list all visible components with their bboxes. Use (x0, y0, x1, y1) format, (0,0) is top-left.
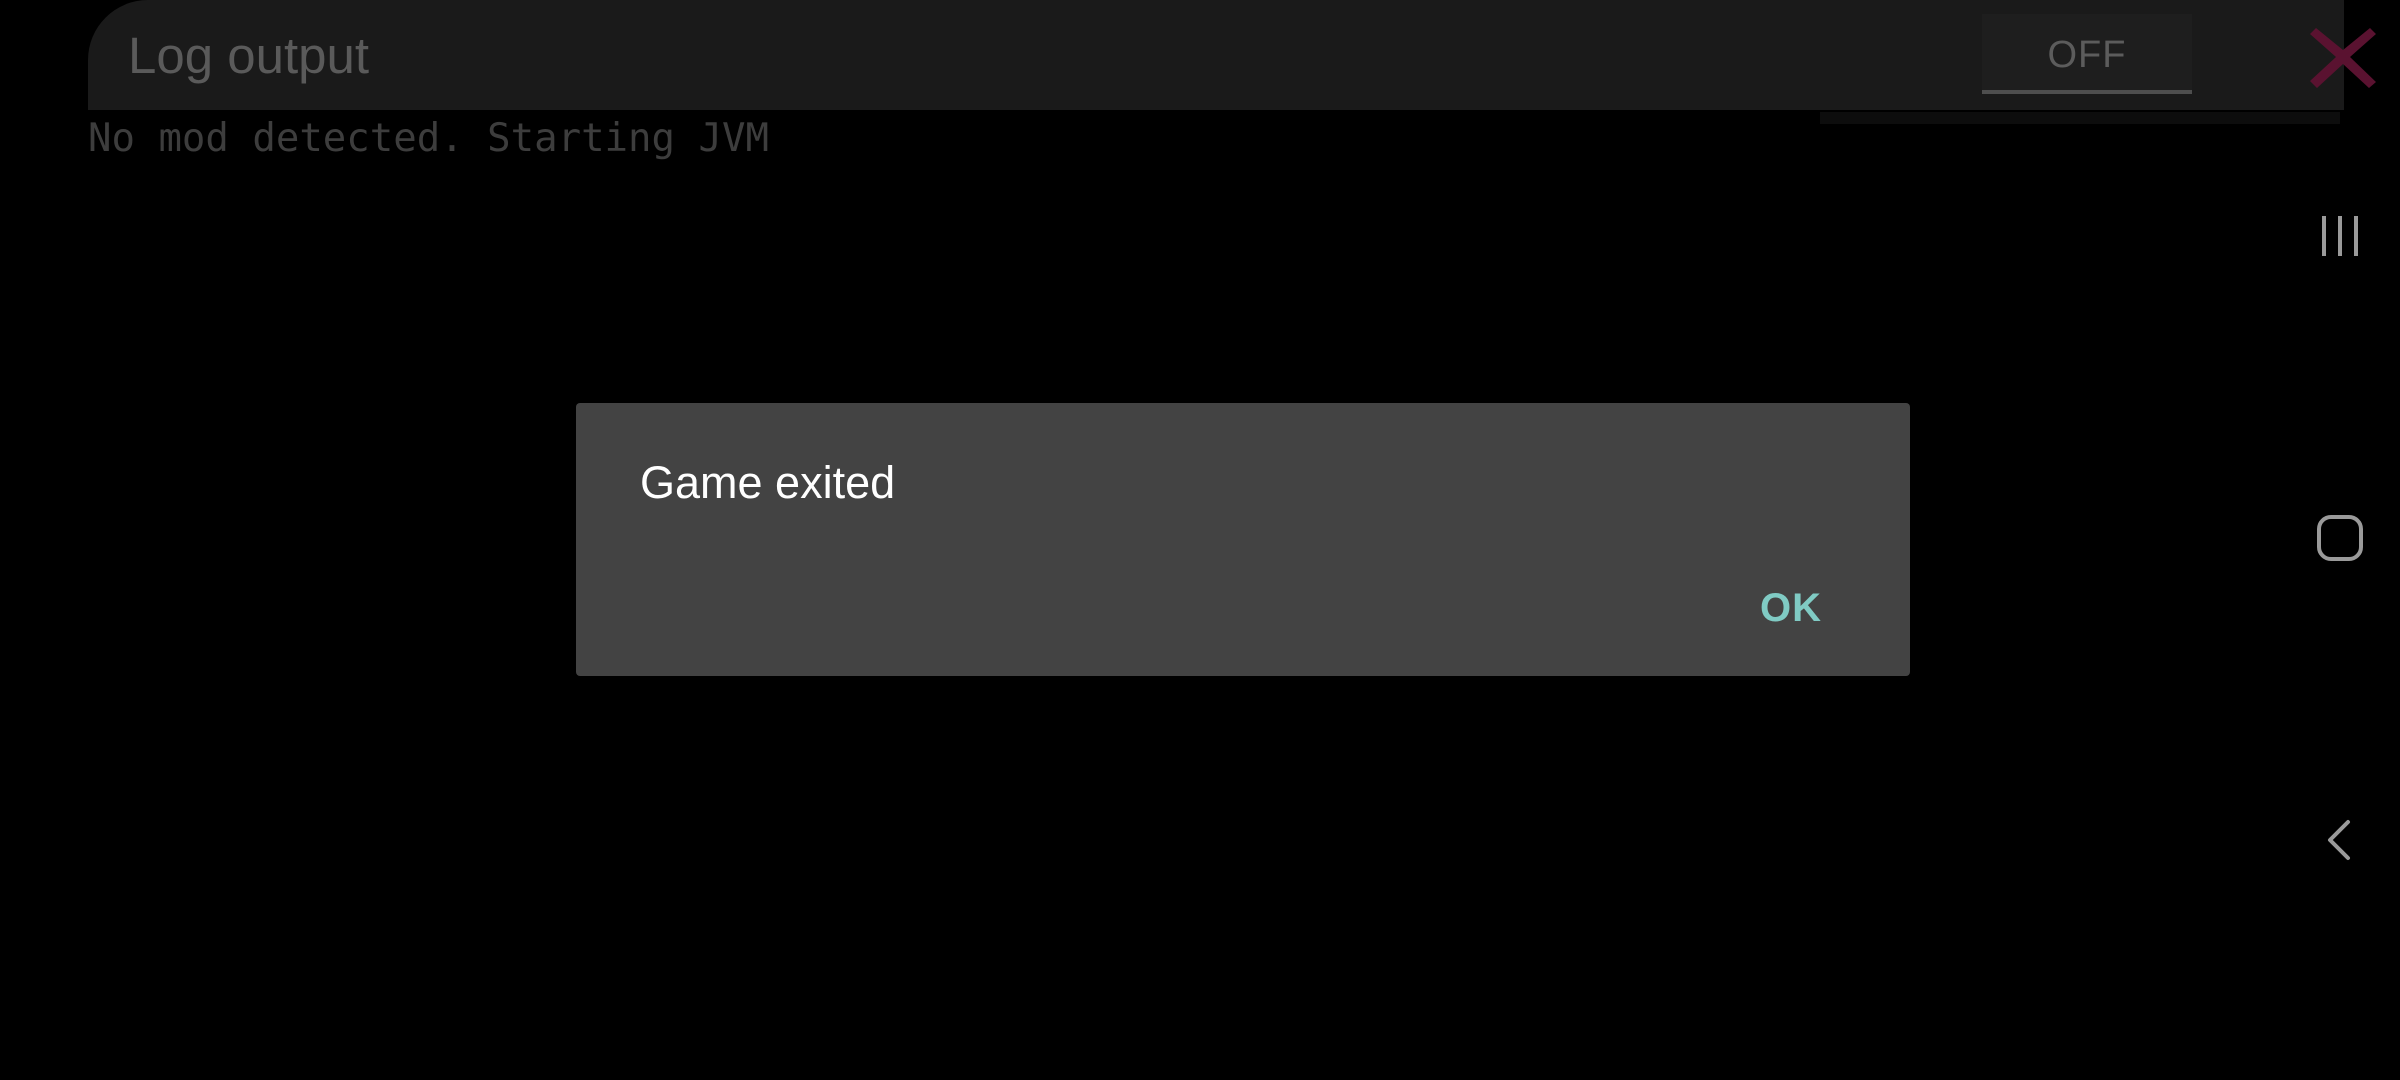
ok-button[interactable]: OK (1726, 563, 1856, 653)
back-icon (2328, 820, 2350, 860)
log-title: Log output (128, 27, 370, 84)
navigation-bar (2280, 0, 2400, 1080)
back-button[interactable] (2280, 780, 2400, 900)
recents-icon (2322, 216, 2358, 256)
log-line: No mod detected. Starting JVM (88, 116, 769, 161)
dialog-title: Game exited (640, 457, 896, 508)
log-toggle-button[interactable]: OFF (1982, 14, 2192, 94)
recents-button[interactable] (2280, 176, 2400, 296)
home-icon (2317, 515, 2363, 561)
screen: Log output OFF No mod detected. Starting… (0, 0, 2400, 1080)
log-toggle-label: OFF (2047, 34, 2127, 76)
home-button[interactable] (2280, 478, 2400, 598)
header-divider (1820, 112, 2340, 124)
game-exited-dialog: Game exited OK (576, 403, 1910, 676)
